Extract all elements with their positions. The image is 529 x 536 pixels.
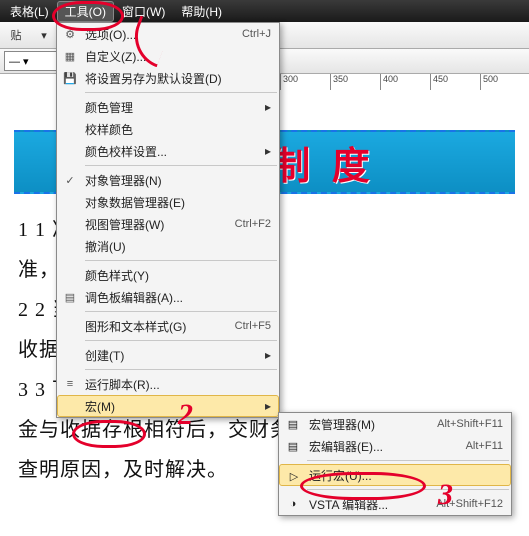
macro-submenu-item[interactable]: ▷ 运行宏(U)... [279,464,511,486]
tools-menu-item[interactable]: 💾 将设置另存为默认设置(D) [57,67,279,89]
tools-menu-item[interactable]: 宏(M) ▸ [57,395,279,417]
menu-label: 校样颜色 [85,121,133,138]
ed-icon: ▤ [285,438,301,454]
menu-tables[interactable]: 表格(L) [2,1,57,22]
menu-label: 撤消(U) [85,238,126,255]
shortcut: Ctrl+J [242,28,271,40]
menu-label: 视图管理器(W) [85,216,164,233]
menu-help[interactable]: 帮助(H) [173,1,230,22]
tools-menu-item[interactable]: 颜色校样设置... ▸ [57,140,279,162]
menu-label: 自定义(Z)... [85,48,146,65]
paste-button[interactable]: 贴 [4,23,28,47]
tool-dropdown-icon[interactable]: ▾ [32,23,56,47]
menu-label: 将设置另存为默认设置(D) [85,70,222,87]
tools-menu-item[interactable]: ≡ 运行脚本(R)... [57,373,279,395]
menu-label: 运行脚本(R)... [85,376,160,393]
submenu-arrow-icon: ▸ [265,100,271,114]
menu-label: 颜色校样设置... [85,143,167,160]
menubar: 表格(L) 工具(O) 窗口(W) 帮助(H) [0,0,529,22]
ruler-tick: 450 [430,74,448,90]
chk-icon: ✓ [62,172,78,188]
tools-menu-item[interactable]: 颜色管理 ▸ [57,96,279,118]
run-icon: ▷ [286,468,302,484]
submenu-arrow-icon: ▸ [265,399,271,413]
scr-icon: ≡ [62,376,78,392]
vsta-icon: ◑ [285,496,301,512]
save-icon: 💾 [62,70,78,86]
ruler-tick: 300 [280,74,298,90]
pal-icon: ▤ [62,289,78,305]
menu-separator [85,340,277,341]
menu-label: 宏编辑器(E)... [309,438,383,455]
menu-label: VSTA 编辑器... [309,496,388,513]
menu-label: 对象管理器(N) [85,172,162,189]
tools-menu-item[interactable]: 对象数据管理器(E) [57,191,279,213]
macro-submenu-item[interactable]: ▤ 宏管理器(M) Alt+Shift+F11 [279,413,511,435]
macro-submenu-item[interactable]: ◑ VSTA 编辑器... Alt+Shift+F12 [279,493,511,515]
tools-menu-item[interactable]: 视图管理器(W) Ctrl+F2 [57,213,279,235]
size-dropdown[interactable]: — ▾ [4,51,60,71]
menu-label: 调色板编辑器(A)... [85,289,183,306]
ruler-tick: 400 [380,74,398,90]
tools-menu-item[interactable]: 校样颜色 [57,118,279,140]
menu-label: 颜色样式(Y) [85,267,149,284]
shortcut: Alt+Shift+F11 [437,418,503,430]
menu-tools[interactable]: 工具(O) [57,1,114,22]
submenu-arrow-icon: ▸ [265,348,271,362]
menu-separator [85,311,277,312]
tools-menu-item[interactable]: ⚙ 选项(O)... Ctrl+J [57,23,279,45]
tools-menu-item[interactable]: ▦ 自定义(Z)... [57,45,279,67]
menu-window[interactable]: 窗口(W) [114,1,173,22]
tools-menu-item[interactable]: ▤ 调色板编辑器(A)... [57,286,279,308]
ruler-tick: 500 [480,74,498,90]
menu-separator [85,260,277,261]
tools-menu-item[interactable]: 撤消(U) [57,235,279,257]
menu-label: 选项(O)... [85,26,136,43]
menu-separator [307,489,509,490]
cust-icon: ▦ [62,48,78,64]
shortcut: Alt+F11 [466,440,503,452]
submenu-arrow-icon: ▸ [265,144,271,158]
shortcut: Alt+Shift+F12 [436,498,503,510]
menu-label: 宏(M) [85,398,115,415]
menu-label: 颜色管理 [85,99,133,116]
menu-label: 创建(T) [85,347,124,364]
tools-menu: ⚙ 选项(O)... Ctrl+J ▦ 自定义(Z)... 💾 将设置另存为默认设置(D) 颜… [56,22,280,418]
shortcut: Ctrl+F5 [235,320,271,332]
menu-label: 运行宏(U)... [309,467,372,484]
menu-separator [85,165,277,166]
tools-menu-item[interactable]: 图形和文本样式(G) Ctrl+F5 [57,315,279,337]
menu-label: 对象数据管理器(E) [85,194,185,211]
menu-label: 宏管理器(M) [309,416,375,433]
tools-menu-item[interactable]: ✓ 对象管理器(N) [57,169,279,191]
menu-label: 图形和文本样式(G) [85,318,186,335]
mgr-icon: ▤ [285,416,301,432]
ruler-tick: 350 [330,74,348,90]
macro-submenu-item[interactable]: ▤ 宏编辑器(E)... Alt+F11 [279,435,511,457]
menu-separator [85,92,277,93]
macro-submenu: ▤ 宏管理器(M) Alt+Shift+F11 ▤ 宏编辑器(E)... Alt+F11 ▷… [278,412,512,516]
tools-menu-item[interactable]: 颜色样式(Y) [57,264,279,286]
menu-separator [85,369,277,370]
tools-menu-item[interactable]: 创建(T) ▸ [57,344,279,366]
opt-icon: ⚙ [62,26,78,42]
shortcut: Ctrl+F2 [235,218,271,230]
menu-separator [307,460,509,461]
